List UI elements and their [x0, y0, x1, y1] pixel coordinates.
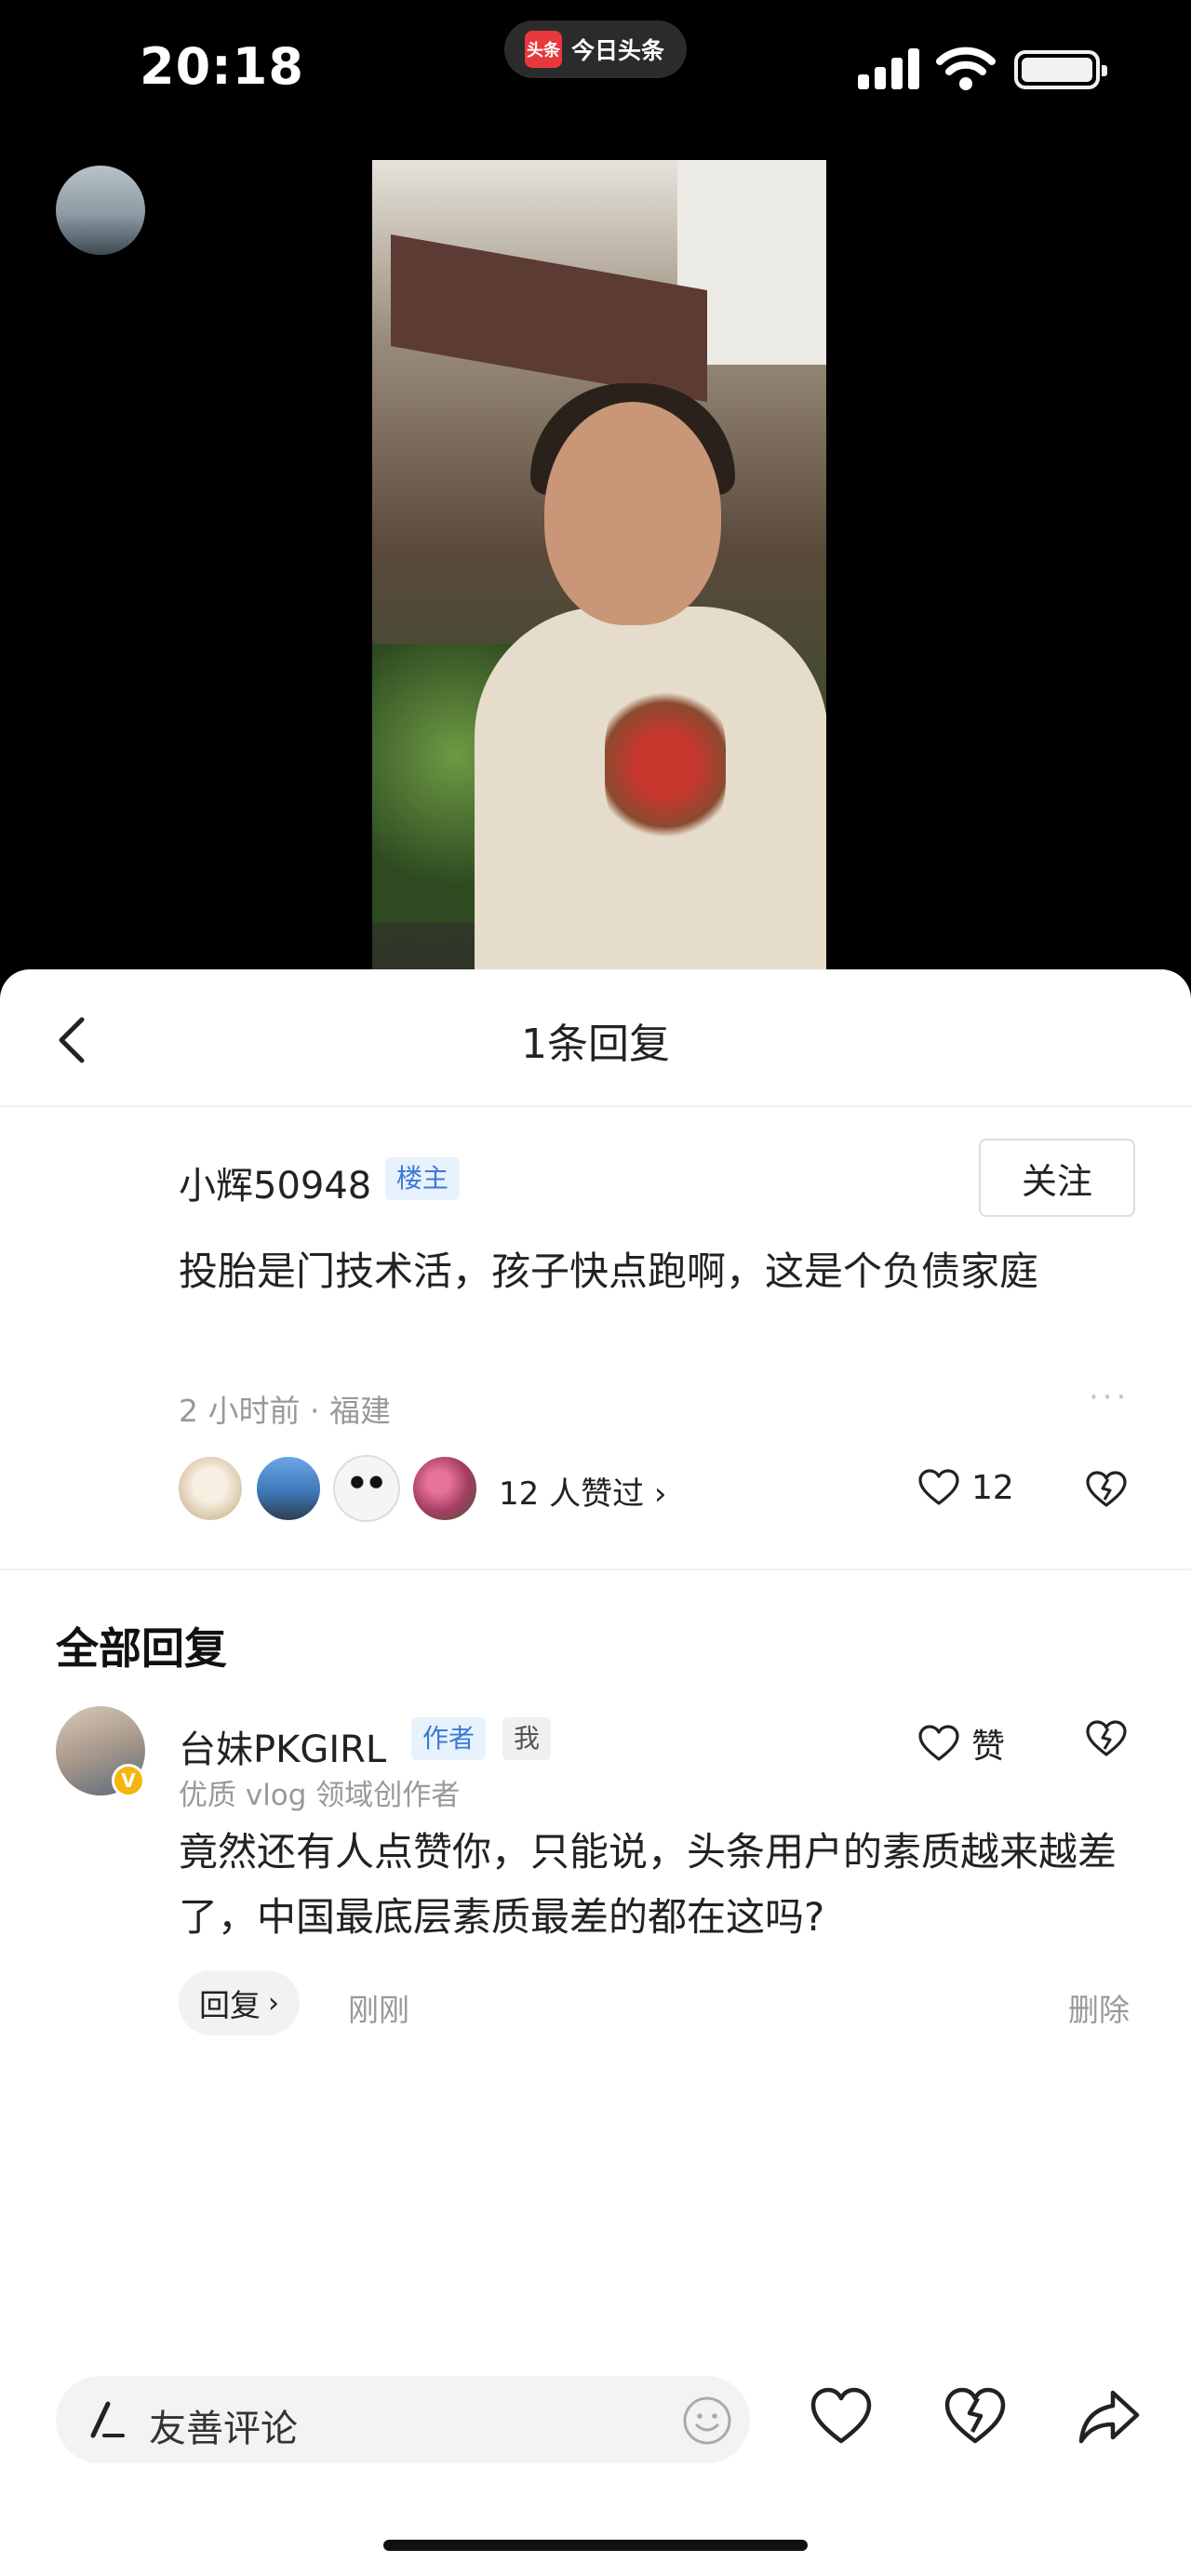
follow-button[interactable]: 关注 [979, 1139, 1135, 1217]
dislike-broken-heart-icon[interactable] [942, 2383, 1009, 2450]
liker-avatar [411, 1455, 478, 1522]
comment-username[interactable]: 小辉50948 [179, 1155, 371, 1209]
delete-link[interactable]: 删除 [1068, 1985, 1130, 2030]
liker-avatars[interactable] [177, 1455, 489, 1526]
battery-icon [1014, 50, 1107, 89]
sheet-header: 1条回复 [0, 969, 1191, 1107]
dislike-broken-heart-icon[interactable] [1085, 1470, 1128, 1509]
status-time: 20:18 [140, 37, 304, 96]
cellular-signal-icon [858, 47, 919, 89]
share-icon[interactable] [1076, 2383, 1143, 2450]
heart-icon [918, 1469, 959, 1505]
author-badge: 作者 [411, 1717, 487, 1760]
section-divider [0, 1568, 1191, 1570]
reply-button[interactable]: 回复 › [179, 1970, 300, 2035]
host-badge: 楼主 [385, 1157, 461, 1200]
like-heart-icon[interactable] [808, 2383, 875, 2450]
app-indicator-pill[interactable]: 头条 今日头条 [504, 20, 687, 78]
liker-avatar [177, 1455, 244, 1522]
dislike-broken-heart-icon[interactable] [1085, 1719, 1128, 1758]
reply-time: 刚刚 [348, 1992, 409, 2028]
reply-text: 竟然还有人点赞你，只能说，头条用户的素质越来越差了，中国最底层素质最差的都在这吗… [179, 1829, 1117, 1940]
reply-like-button[interactable]: 赞 [917, 1719, 1005, 1768]
reply-like-label: 赞 [971, 1728, 1006, 1766]
me-badge: 我 [502, 1717, 552, 1760]
comment-input[interactable]: 友善评论 [56, 2376, 750, 2463]
like-count: 12 [971, 1468, 1014, 1507]
emoji-icon[interactable] [681, 2395, 733, 2447]
liker-avatar [255, 1455, 322, 1522]
video-player[interactable] [372, 160, 826, 971]
reply-username[interactable]: 台妹PKGIRL [179, 1719, 386, 1773]
pen-icon [90, 2401, 125, 2438]
page-title: 1条回复 [521, 1021, 670, 1068]
all-replies-heading: 全部回复 [56, 1623, 227, 1674]
comment-text: 投胎是门技术活，孩子快点跑啊，这是个负债家庭 [179, 1248, 1039, 1294]
verified-badge-icon: V [112, 1764, 145, 1797]
heart-icon [918, 1725, 959, 1761]
likers-count-link[interactable]: 12 人赞过 › [499, 1468, 666, 1514]
chevron-right-icon: › [268, 1986, 279, 2020]
creator-subtitle: 优质 vlog 领域创作者 [179, 1779, 461, 1812]
home-indicator[interactable] [383, 2540, 808, 2551]
comment-meta: 2 小时前 · 福建 [179, 1393, 391, 1429]
status-bar: 20:18 头条 今日头条 [0, 0, 1191, 140]
reply-button-label: 回复 [199, 1987, 261, 2023]
more-options-icon[interactable]: ··· [1089, 1379, 1130, 1416]
app-name: 今日头条 [571, 37, 665, 64]
avatar[interactable] [56, 166, 145, 255]
like-button[interactable]: 12 [917, 1468, 1014, 1507]
app-logo-icon: 头条 [525, 31, 562, 68]
liker-avatar [333, 1455, 400, 1522]
wifi-icon [936, 47, 996, 90]
comment-placeholder: 友善评论 [149, 2408, 298, 2450]
